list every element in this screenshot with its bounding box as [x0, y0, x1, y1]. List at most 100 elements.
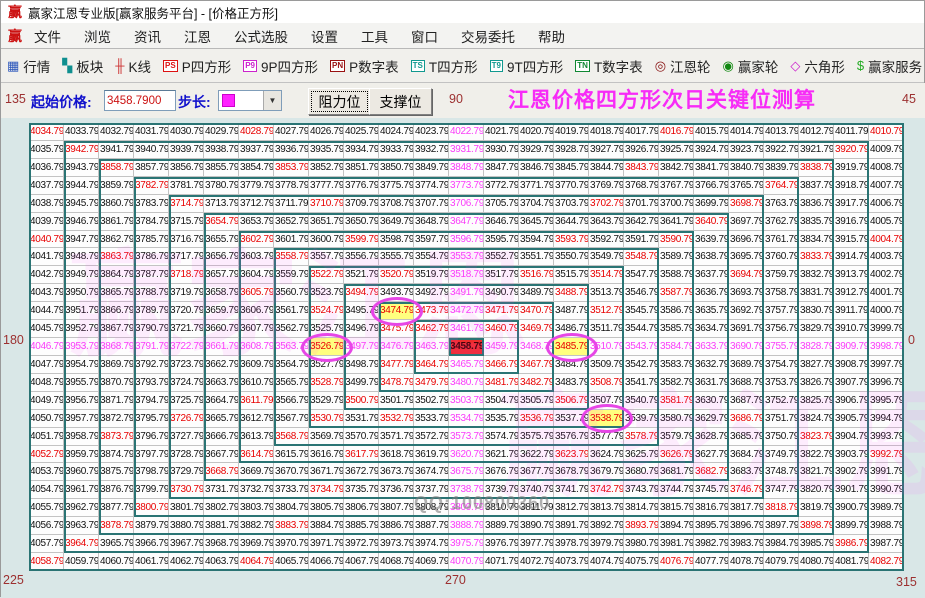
menu-item[interactable]: 帮助	[532, 24, 571, 48]
toolbar-item-quote-grid[interactable]: ▦行情	[7, 56, 50, 76]
grid-cell: 3541.79	[624, 374, 659, 392]
toolbar-item-label: 赢家服务	[868, 56, 922, 76]
toolbar-item-service[interactable]: $赢家服务	[857, 56, 922, 76]
grid-cell: 4007.79	[869, 177, 904, 195]
grid-cell: 3600.79	[309, 231, 344, 249]
grid-cell: 4023.79	[414, 123, 449, 141]
grid-cell: 3818.79	[764, 499, 799, 517]
grid-cell: 3627.79	[694, 446, 729, 464]
grid-cell: 3526.79	[309, 338, 344, 356]
grid-cell: 3832.79	[799, 266, 834, 284]
grid-cell: 3872.79	[99, 410, 134, 428]
toolbar-item-gann-wheel[interactable]: ◎江恩轮	[655, 56, 711, 76]
toolbar-item-sector-blocks[interactable]: ▚板块	[62, 56, 103, 76]
menu-item[interactable]: 交易委托	[455, 24, 521, 48]
chevron-down-icon[interactable]: ▼	[263, 91, 281, 110]
grid-cell: 3547.79	[624, 266, 659, 284]
menu-item[interactable]: 公式选股	[228, 24, 294, 48]
grid-cell: 3626.79	[659, 446, 694, 464]
toolbar-item-p-table[interactable]: PNP数字表	[330, 56, 399, 76]
grid-cell: 3816.79	[694, 499, 729, 517]
grid-cell: 3461.79	[449, 320, 484, 338]
menu-item[interactable]: 江恩	[178, 24, 217, 48]
grid-cell: 3758.79	[764, 284, 799, 302]
grid-cell: 3912.79	[834, 284, 869, 302]
menu-item[interactable]: 工具	[355, 24, 394, 48]
grid-cell: 3790.79	[134, 320, 169, 338]
grid-cell: 3559.79	[274, 266, 309, 284]
grid-cell: 3615.79	[274, 446, 309, 464]
toolbar-item-9p-square[interactable]: P99P四方形	[243, 56, 318, 76]
grid-cell: 3876.79	[99, 481, 134, 499]
grid-cell: 3560.79	[274, 284, 309, 302]
step-select[interactable]: ▼	[218, 90, 282, 111]
grid-cell: 4019.79	[554, 123, 589, 141]
window-title: 赢家江恩专业版[赢家服务平台] - [价格正方形]	[28, 3, 278, 22]
grid-cell: 3638.79	[694, 248, 729, 266]
grid-cell: 3921.79	[799, 141, 834, 159]
grid-cell: 3579.79	[659, 428, 694, 446]
grid-cell: 3739.79	[484, 481, 519, 499]
grid-cell: 3836.79	[799, 195, 834, 213]
toolbar-item-winner-wheel[interactable]: ◉赢家轮	[723, 56, 779, 76]
grid-cell: 3759.79	[764, 266, 799, 284]
menu-item[interactable]: 设置	[305, 24, 344, 48]
grid-cell: 4006.79	[869, 195, 904, 213]
grid-cell: 3524.79	[309, 302, 344, 320]
grid-cell: 3536.79	[519, 410, 554, 428]
grid-cell: 3940.79	[134, 141, 169, 159]
grid-cell: 3697.79	[729, 213, 764, 231]
toolbar-item-t-table[interactable]: TNT数字表	[575, 56, 642, 76]
grid-cell: 3992.79	[869, 446, 904, 464]
grid-cell: 3981.79	[659, 535, 694, 553]
menu-item[interactable]: 浏览	[78, 24, 117, 48]
grid-cell: 3807.79	[379, 499, 414, 517]
grid-cell: 3622.79	[519, 446, 554, 464]
grid-cell: 3890.79	[519, 517, 554, 535]
grid-cell: 3875.79	[99, 463, 134, 481]
toolbar-item-label: T四方形	[429, 56, 478, 76]
grid-cell: 4054.79	[29, 481, 64, 499]
start-price-input[interactable]	[104, 90, 176, 111]
grid-cell: 3881.79	[204, 517, 239, 535]
grid-cell: 3959.79	[64, 446, 99, 464]
resistance-button[interactable]: 阻力位	[308, 88, 371, 115]
grid-cell: 4030.79	[169, 123, 204, 141]
grid-cell: 3955.79	[64, 374, 99, 392]
page-title: 江恩价格四方形次日关键位测算	[508, 84, 816, 114]
toolbar-item-label: 9P四方形	[261, 56, 318, 76]
toolbar-item-label: 六角形	[804, 56, 845, 76]
grid-cell: 3485.79	[554, 338, 589, 356]
grid-cell: 4002.79	[869, 266, 904, 284]
grid-cell: 3957.79	[64, 410, 99, 428]
menu-item[interactable]: 资讯	[128, 24, 167, 48]
menu-item[interactable]: 窗口	[405, 24, 444, 48]
grid-cell: 3989.79	[869, 499, 904, 517]
toolbar-item-kline[interactable]: ╫K线	[115, 56, 151, 76]
toolbar-item-p-square[interactable]: PSP四方形	[163, 56, 231, 76]
grid-cell: 3558.79	[274, 248, 309, 266]
gann-wheel-icon: ◎	[655, 59, 666, 72]
grid-cell: 3592.79	[589, 231, 624, 249]
grid-cell: 3948.79	[64, 248, 99, 266]
grid-cell: 3783.79	[134, 195, 169, 213]
toolbar-item-t-square[interactable]: TST四方形	[411, 56, 478, 76]
grid-cell: 3855.79	[204, 159, 239, 177]
grid-cell: 3640.79	[694, 213, 729, 231]
grid-cell: 3462.79	[414, 320, 449, 338]
grid-cell: 4058.79	[29, 553, 64, 571]
support-button[interactable]: 支撑位	[369, 88, 432, 115]
grid-cell: 3817.79	[729, 499, 764, 517]
grid-cell: 3616.79	[309, 446, 344, 464]
grid-cell: 4053.79	[29, 463, 64, 481]
toolbar-item-9t-square[interactable]: T99T四方形	[490, 56, 564, 76]
menu-item[interactable]: 文件	[28, 24, 67, 48]
grid-cell: 3710.79	[309, 195, 344, 213]
grid-cell: 3501.79	[379, 392, 414, 410]
grid-cell: 3963.79	[64, 517, 99, 535]
grid-cell: 3737.79	[414, 481, 449, 499]
toolbar-item-hexagon[interactable]: ◇六角形	[790, 56, 845, 76]
grid-cell: 3698.79	[729, 195, 764, 213]
grid-cell: 3809.79	[449, 499, 484, 517]
grid-cell: 3593.79	[554, 231, 589, 249]
